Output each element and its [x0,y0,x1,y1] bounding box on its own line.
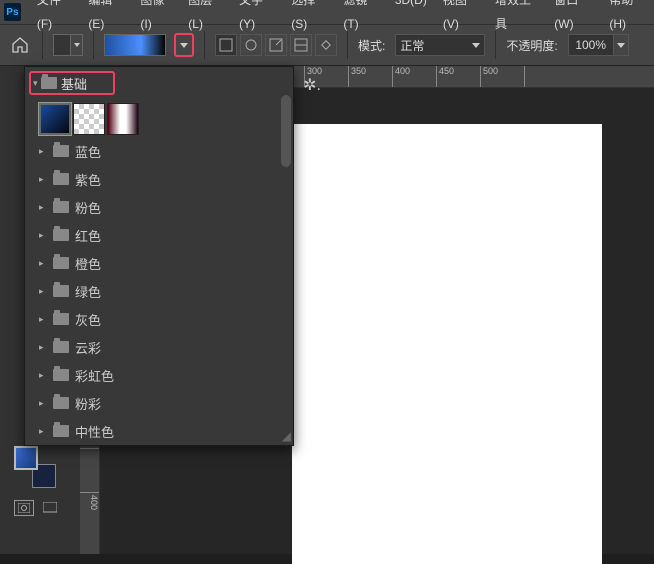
menu-item[interactable]: 文字(Y) [231,0,283,36]
folder-icon [53,145,69,157]
gradient-radial-button[interactable] [240,34,262,56]
folder-icon [41,77,57,89]
menu-item[interactable]: 窗口(W) [546,0,601,36]
folder-icon [53,229,69,241]
preset-folder[interactable]: ▸ 绿色 [25,277,293,305]
preset-folder[interactable]: ▸ 橙色 [25,249,293,277]
folder-icon [53,369,69,381]
menu-item[interactable]: 选择(S) [283,0,335,36]
folder-label: 绿色 [75,282,101,301]
preset-group-label: 基础 [61,74,87,93]
preset-folder[interactable]: ▸ 中性色 [25,417,293,445]
gradient-reflected-button[interactable] [290,34,312,56]
menu-item[interactable]: 图像(I) [132,0,180,36]
menu-item[interactable]: 帮助(H) [601,0,654,36]
opacity-label: 不透明度: [506,37,557,54]
menu-item[interactable]: 图层(L) [180,0,231,36]
folder-icon [53,201,69,213]
folder-label: 灰色 [75,310,101,329]
gradient-preset-1[interactable] [39,103,71,135]
chevron-right-icon: ▸ [39,426,47,437]
preset-folder[interactable]: ▸ 紫色 [25,165,293,193]
opacity-dropdown[interactable] [613,34,629,56]
home-icon[interactable] [8,33,32,57]
chevron-right-icon: ▸ [39,398,47,409]
folder-icon [53,313,69,325]
gradient-preview[interactable] [104,34,166,56]
foreground-color-chip[interactable] [14,446,38,470]
opacity-input[interactable]: 100% [568,34,614,56]
preset-folder[interactable]: ▸ 云彩 [25,333,293,361]
scrollbar-thumb[interactable] [281,95,291,167]
foreground-swatch[interactable] [53,34,83,56]
folder-label: 蓝色 [75,142,101,161]
menu-item[interactable]: 滤镜(T) [335,0,386,36]
document-canvas[interactable] [292,124,602,564]
gradient-preset-2[interactable] [73,103,105,135]
folder-icon [53,173,69,185]
folder-label: 彩虹色 [75,366,114,385]
folder-label: 橙色 [75,254,101,273]
menu-item[interactable]: 视图(V) [435,0,487,36]
folder-label: 红色 [75,226,101,245]
gradient-preset-3[interactable] [107,103,139,135]
preset-folder[interactable]: ▸ 彩虹色 [25,361,293,389]
chevron-right-icon: ▸ [39,146,47,157]
preset-folder[interactable]: ▸ 灰色 [25,305,293,333]
folder-icon [53,257,69,269]
mode-label: 模式: [358,37,385,54]
folder-icon [53,285,69,297]
folder-icon [53,341,69,353]
folder-icon [53,425,69,437]
gradient-diamond-button[interactable] [315,34,337,56]
mode-select[interactable]: 正常 [395,34,485,56]
chevron-down-icon: ▾ [33,78,41,89]
gradient-presets [25,99,293,135]
resize-grip-icon[interactable]: ◢ [282,429,291,443]
menu-item[interactable]: 编辑(E) [80,0,132,36]
preset-folder[interactable]: ▸ 粉彩 [25,389,293,417]
mode-value: 正常 [400,37,424,54]
folder-label: 紫色 [75,170,101,189]
folder-label: 云彩 [75,338,101,357]
folder-label: 中性色 [75,422,114,441]
chevron-right-icon: ▸ [39,230,47,241]
folder-icon [53,397,69,409]
menu-item[interactable]: 文件(F) [29,0,80,36]
chevron-right-icon: ▸ [39,258,47,269]
preset-folder[interactable]: ▸ 蓝色 [25,137,293,165]
gradient-linear-button[interactable] [215,34,237,56]
gradient-picker-popup: ✲. ▾ 基础 ▸蓝色▸紫色▸粉色▸红色▸橙色▸绿色▸灰色▸云彩▸彩虹色▸粉彩▸… [24,66,294,446]
menu-item[interactable]: 3D(D) [387,0,435,36]
chevron-right-icon: ▸ [39,174,47,185]
ps-logo: Ps [4,3,21,21]
chevron-right-icon: ▸ [39,314,47,325]
menubar: Ps 文件(F)编辑(E)图像(I)图层(L)文字(Y)选择(S)滤镜(T)3D… [0,0,654,24]
chevron-right-icon: ▸ [39,370,47,381]
gradient-angle-button[interactable] [265,34,287,56]
scrollbar[interactable] [279,95,293,421]
folder-label: 粉彩 [75,394,101,413]
chevron-right-icon: ▸ [39,286,47,297]
preset-folder[interactable]: ▸ 红色 [25,221,293,249]
chevron-right-icon: ▸ [39,202,47,213]
screenmode-icon[interactable] [40,500,60,516]
gear-icon[interactable]: ✲. [303,75,321,95]
preset-folders-list: ▸ 蓝色 ▸ 紫色 ▸ 粉色 ▸ 红色 ▸ 橙色 ▸ 绿色 ▸ 灰色 ▸ 云彩 ▸ 彩虹色 ▸ 粉彩 ▸ 中性色 [25,135,293,447]
preset-group-basics[interactable]: ▾ 基础 [29,71,115,95]
preset-folder[interactable]: ▸ 粉色 [25,193,293,221]
chevron-right-icon: ▸ [39,342,47,353]
chevron-down-icon[interactable] [70,35,82,55]
quickmask-icon[interactable] [14,500,34,516]
folder-label: 粉色 [75,198,101,217]
gradient-dropdown-button[interactable] [174,33,194,57]
